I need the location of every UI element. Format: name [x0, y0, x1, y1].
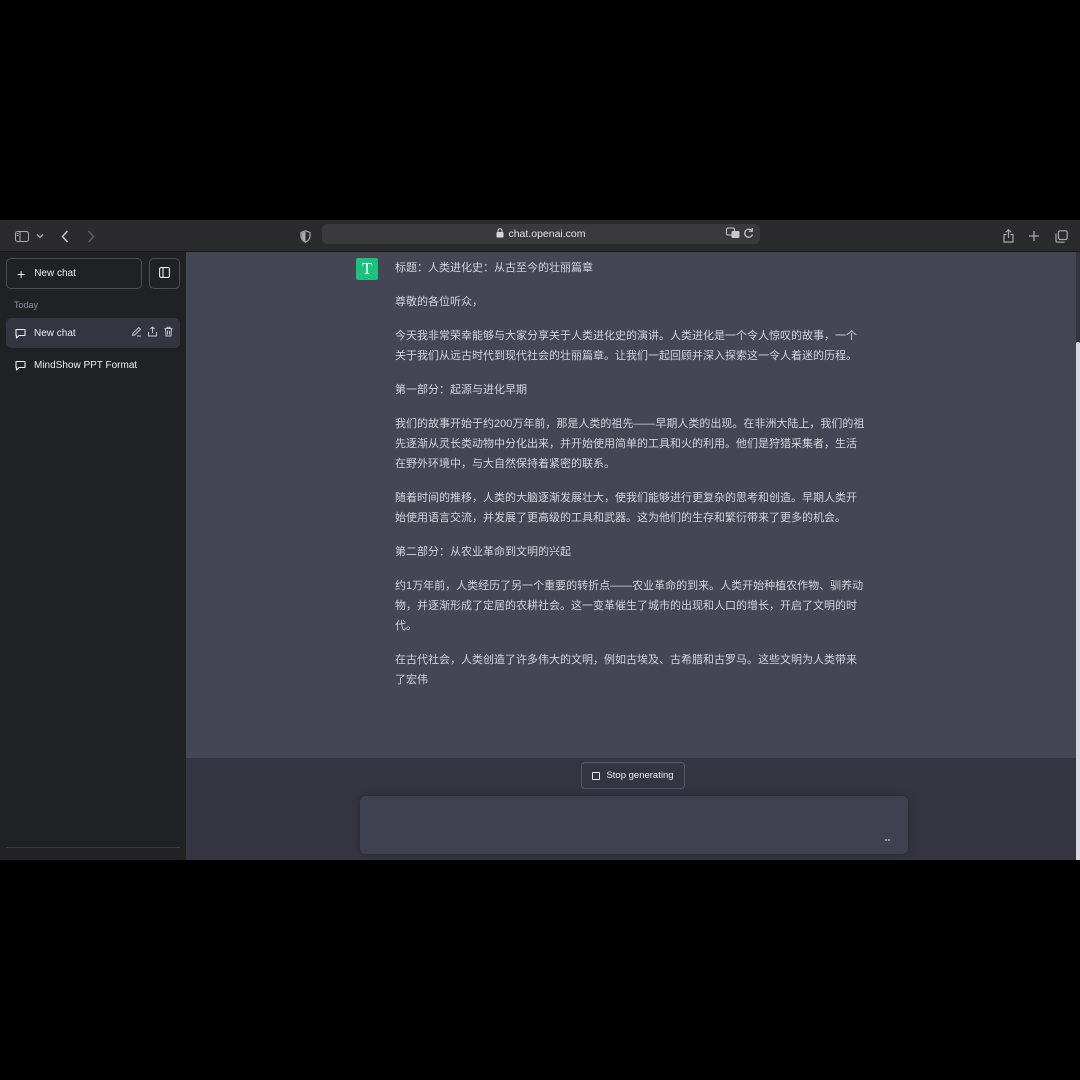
- share-icon[interactable]: [147, 326, 158, 340]
- new-chat-label: New chat: [34, 268, 76, 279]
- translate-icon[interactable]: [726, 227, 740, 242]
- url-text: chat.openai.com: [508, 228, 586, 240]
- assistant-message: 标题：人类进化史：从古至今的壮丽篇章 尊敬的各位听众， 今天我非常荣幸能够与大家…: [395, 258, 865, 704]
- address-bar[interactable]: chat.openai.com: [322, 224, 760, 244]
- assistant-message-row: T 标题：人类进化史：从古至今的壮丽篇章 尊敬的各位听众， 今天我非常荣幸能够与…: [186, 252, 1076, 758]
- typing-indicator-icon: [884, 833, 890, 844]
- new-chat-button[interactable]: + New chat: [6, 258, 142, 289]
- sidebar-item-label: New chat: [34, 327, 76, 339]
- share-icon[interactable]: [1000, 226, 1016, 246]
- message-input[interactable]: [372, 808, 866, 842]
- sidebar-item-label: MindShow PPT Format: [34, 359, 138, 371]
- chat-bubble-icon: [15, 360, 26, 371]
- trash-icon[interactable]: [163, 326, 174, 340]
- sidebar-icon[interactable]: [14, 226, 30, 246]
- stop-generating-button[interactable]: Stop generating: [581, 762, 685, 789]
- message-paragraph: 在古代社会，人类创造了许多伟大的文明，例如古埃及、古希腊和古罗马。这些文明为人类…: [395, 654, 857, 686]
- sidebar-item-new-chat[interactable]: New chat: [6, 318, 180, 348]
- sidebar: + New chat Today New chat MindShow PPT F…: [0, 252, 186, 860]
- sidebar-item-mindshow-ppt-format[interactable]: MindShow PPT Format: [6, 350, 180, 380]
- tabs-icon[interactable]: [1053, 226, 1069, 246]
- reload-icon[interactable]: [743, 227, 754, 242]
- message-title: 标题：人类进化史：从古至今的壮丽篇章: [395, 262, 593, 274]
- edit-icon[interactable]: [131, 326, 142, 340]
- shield-icon[interactable]: [298, 226, 312, 246]
- message-section-heading: 第二部分：从农业革命到文明的兴起: [395, 546, 571, 558]
- scrollbar[interactable]: [1076, 342, 1080, 860]
- stop-icon: [592, 771, 601, 780]
- sidebar-toggle-icon: [159, 265, 170, 283]
- back-icon[interactable]: [58, 226, 72, 246]
- message-paragraph: 尊敬的各位听众，: [395, 296, 483, 308]
- stop-generating-label: Stop generating: [606, 770, 674, 781]
- sidebar-toggle-button[interactable]: [149, 258, 180, 289]
- message-section-heading: 第一部分：起源与进化早期: [395, 384, 527, 396]
- lock-icon: [496, 227, 504, 241]
- history-section-label: Today: [14, 300, 39, 310]
- sidebar-divider: [6, 847, 180, 848]
- message-paragraph: 随着时间的推移，人类的大脑逐渐发展壮大，使我们能够进行更复杂的思考和创造。早期人…: [395, 492, 857, 524]
- message-paragraph: 约1万年前，人类经历了另一个重要的转折点——农业革命的到来。人类开始种植农作物、…: [395, 580, 864, 632]
- browser-toolbar: chat.openai.com: [0, 220, 1080, 252]
- screen: chat.openai.com + New chat Today New cha…: [0, 220, 1080, 860]
- plus-icon: +: [17, 265, 26, 282]
- chevron-down-icon[interactable]: [35, 226, 45, 246]
- message-paragraph: 我们的故事开始于约200万年前，那是人类的祖先——早期人类的出现。在非洲大陆上，…: [395, 418, 865, 470]
- message-input-box[interactable]: [360, 796, 908, 854]
- assistant-avatar: T: [356, 258, 378, 280]
- message-paragraph: 今天我非常荣幸能够与大家分享关于人类进化史的演讲。人类进化是一个令人惊叹的故事，…: [395, 330, 857, 362]
- forward-icon[interactable]: [84, 226, 98, 246]
- plus-icon[interactable]: [1026, 226, 1042, 246]
- chat-main: T 标题：人类进化史：从古至今的壮丽篇章 尊敬的各位听众， 今天我非常荣幸能够与…: [186, 252, 1080, 860]
- composer-area: Stop generating: [186, 758, 1076, 860]
- chat-bubble-icon: [15, 328, 26, 339]
